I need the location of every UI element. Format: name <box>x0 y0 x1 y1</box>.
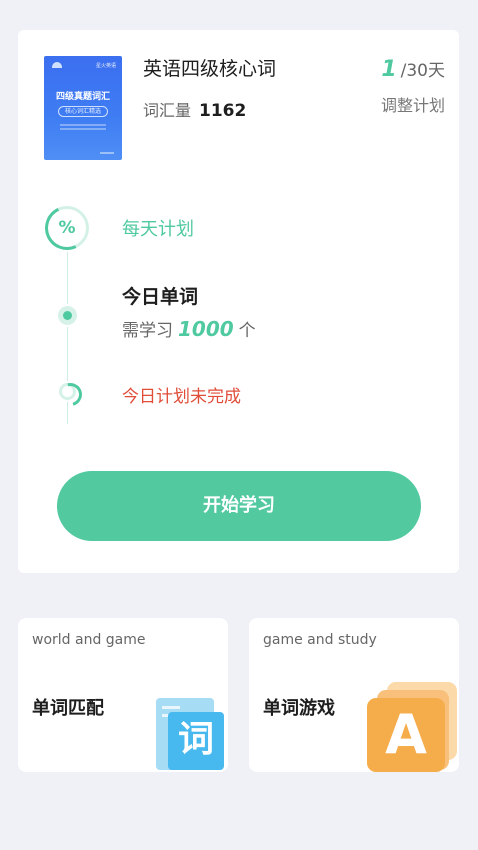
today-words-requirement: 需学习 1000 个 <box>122 316 256 341</box>
timeline-connector <box>67 327 68 381</box>
word-game-title: 单词游戏 <box>263 698 335 719</box>
today-words-title: 今日单词 <box>122 286 199 308</box>
cover-text-lines <box>60 124 106 126</box>
need-prefix: 需学习 <box>122 321 173 341</box>
book-cover[interactable]: 星火英语 四级真题词汇 核心词汇精选 <box>44 56 122 160</box>
progress-dot-icon <box>58 306 77 325</box>
daily-plan-label: 每天计划 <box>122 219 194 240</box>
vocab-count: 1162 <box>199 101 247 121</box>
adjust-plan-link[interactable]: 调整计划 <box>381 92 445 116</box>
plan-status-text: 今日计划未完成 <box>122 387 241 407</box>
day-progress: 1/30天 <box>381 56 445 82</box>
loading-spinner-icon <box>59 383 76 400</box>
cover-tag: 星火英语 <box>95 63 116 69</box>
vocab-label: 词汇量 <box>143 101 192 120</box>
start-learning-button[interactable]: 开始学习 <box>57 471 421 541</box>
need-unit: 个 <box>238 321 256 341</box>
book-title: 英语四级核心词 <box>143 58 277 80</box>
total-days: /30天 <box>400 61 445 81</box>
cover-subtitle: 核心词汇精选 <box>58 106 108 117</box>
letter-a-cards-icon: A <box>367 680 459 772</box>
current-day: 1 <box>381 57 397 82</box>
word-match-card[interactable]: world and game 单词匹配 词 <box>18 618 228 772</box>
timeline-connector <box>67 252 68 304</box>
word-game-card[interactable]: game and study 单词游戏 A <box>249 618 459 772</box>
word-match-subtitle: world and game <box>32 632 146 648</box>
percent-icon: % <box>38 199 96 257</box>
word-card-icon: 词 <box>156 698 224 772</box>
publisher-logo-icon <box>52 62 62 68</box>
need-count: 1000 <box>178 317 234 341</box>
cover-footer-mark <box>100 152 114 154</box>
word-game-subtitle: game and study <box>263 632 377 648</box>
cover-title: 四级真题词汇 <box>55 92 110 102</box>
word-match-title: 单词匹配 <box>32 698 104 719</box>
vocab-info: 词汇量 1162 <box>143 97 246 121</box>
study-plan-card: 星火英语 四级真题词汇 核心词汇精选 英语四级核心词 词汇量 1162 1/30天… <box>18 30 459 573</box>
